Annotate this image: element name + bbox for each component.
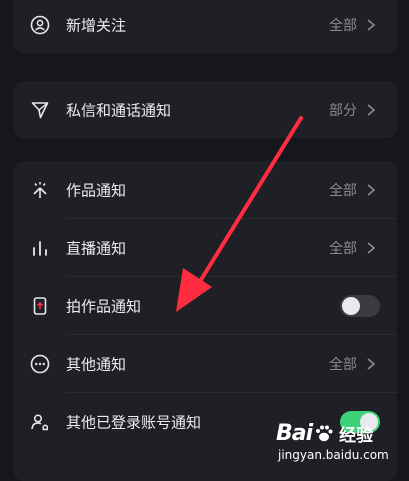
works-label: 作品通知 <box>66 181 127 199</box>
new-follow-label: 新增关注 <box>66 16 127 34</box>
other-account-label: 其他已登录账号通知 <box>66 413 202 431</box>
new-follow-value: 全部 <box>329 17 357 34</box>
live-label: 直播通知 <box>66 239 127 257</box>
user-bell-icon <box>29 411 51 433</box>
sparkle-icon <box>29 179 51 201</box>
chevron-right-icon <box>367 18 376 31</box>
toggle-knob <box>342 296 360 315</box>
dm-call-row[interactable]: 私信和通话通知 部分 <box>14 81 397 138</box>
shoot-row: 拍作品通知 <box>14 277 397 334</box>
bar-chart-icon <box>29 237 51 259</box>
shoot-toggle[interactable] <box>340 294 380 317</box>
chevron-right-icon <box>367 183 376 196</box>
works-value: 全部 <box>329 182 357 199</box>
watermark-jingyan: 经验 <box>339 425 374 446</box>
chevron-right-icon <box>367 103 376 116</box>
other-label: 其他通知 <box>66 355 127 373</box>
shoot-label: 拍作品通知 <box>66 297 142 315</box>
user-icon <box>29 14 51 36</box>
live-row[interactable]: 直播通知 全部 <box>14 219 397 276</box>
chevron-right-icon <box>367 241 376 254</box>
watermark-brand: Bai <box>276 420 313 446</box>
dm-call-card: 私信和通话通知 部分 <box>14 81 397 138</box>
dm-call-value: 部分 <box>329 102 357 119</box>
new-follow-card: 新增关注 全部 <box>14 0 397 53</box>
watermark-url: jingyan.baidu.com <box>278 448 389 462</box>
works-row[interactable]: 作品通知 全部 <box>14 161 397 218</box>
phone-upload-icon <box>29 295 51 317</box>
dm-call-label: 私信和通话通知 <box>66 101 172 119</box>
more-circle-icon <box>29 353 51 375</box>
send-icon <box>29 99 51 121</box>
chevron-right-icon <box>367 357 376 370</box>
live-value: 全部 <box>329 240 357 257</box>
new-follow-row[interactable]: 新增关注 全部 <box>14 0 397 53</box>
paw-icon <box>316 425 333 442</box>
baidu-watermark: Bai 经验 jingyan.baidu.com <box>276 420 401 464</box>
other-row[interactable]: 其他通知 全部 <box>14 335 397 392</box>
other-value: 全部 <box>329 356 357 373</box>
